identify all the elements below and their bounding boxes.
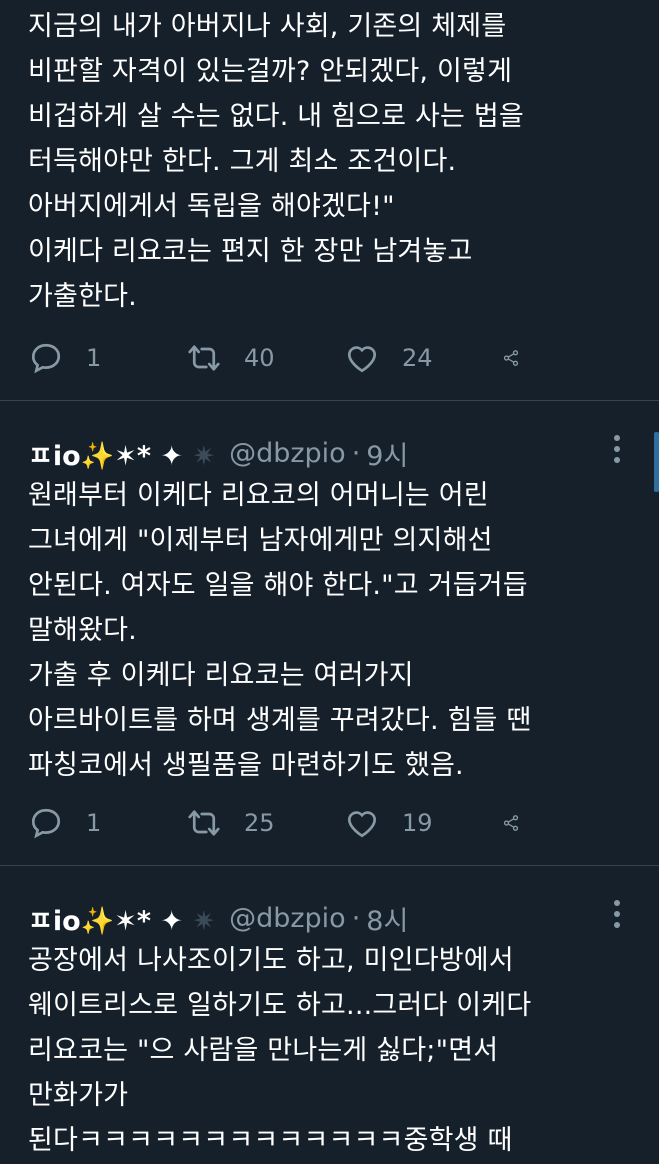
tweet-text: 공장에서 나사조이기도 하고, 미인다방에서 웨이트리스로 일하기도 하고...…: [28, 945, 532, 1156]
separator-dot: ·: [351, 902, 361, 934]
display-name-symbols: ✶* ✦: [114, 440, 184, 472]
tweet-3[interactable]: ㅍio✨✶* ✦ ✷ @dbzpio · 8시 공장에서 나사조이기도 하고, …: [0, 865, 659, 1164]
tweet-text: 지금의 내가 아버지나 사회, 기존의 체제를 비판할 자격이 있는걸까? 안되…: [28, 11, 524, 312]
share-button[interactable]: [502, 340, 542, 376]
more-icon: [611, 435, 623, 463]
display-name-text: ㅍio: [28, 440, 81, 472]
share-button[interactable]: [502, 805, 542, 841]
share-icon: [503, 815, 519, 831]
tweet-2[interactable]: ㅍio✨✶* ✦ ✷ @dbzpio · 9시 원래부터 이케다 리요코의 어머…: [0, 400, 659, 866]
timestamp[interactable]: 8시: [366, 899, 408, 938]
reply-count: 1: [86, 344, 102, 372]
like-count: 24: [402, 344, 433, 372]
reply-button[interactable]: 1: [28, 805, 186, 841]
star-icon: ✷: [192, 440, 216, 472]
display-name[interactable]: ㅍio✨✶* ✦ ✷: [28, 434, 215, 473]
sparkles-icon: ✨: [80, 905, 115, 937]
like-button[interactable]: 24: [344, 340, 502, 376]
reply-button[interactable]: 1: [28, 340, 186, 376]
reply-count: 1: [86, 809, 102, 837]
timestamp[interactable]: 9시: [366, 434, 408, 473]
like-button[interactable]: 19: [344, 805, 502, 841]
display-name-text: ㅍio: [28, 905, 81, 937]
heart-icon: [347, 346, 377, 373]
retweet-count: 25: [244, 809, 275, 837]
tweet-header: ㅍio✨✶* ✦ ✷ @dbzpio · 8시: [28, 896, 408, 940]
retweet-count: 40: [244, 344, 275, 372]
user-handle[interactable]: @dbzpio: [229, 438, 346, 469]
user-handle[interactable]: @dbzpio: [229, 903, 346, 934]
retweet-button[interactable]: 40: [186, 340, 344, 376]
display-name[interactable]: ㅍio✨✶* ✦ ✷: [28, 899, 215, 938]
like-count: 19: [402, 809, 433, 837]
more-options-button[interactable]: [611, 900, 623, 934]
tweet-text: 원래부터 이케다 리요코의 어머니는 어린 그녀에게 "이제부터 남자에게만 의…: [28, 480, 532, 781]
star-icon: ✷: [192, 905, 216, 937]
retweet-icon: [188, 810, 220, 836]
tweet-1[interactable]: 지금의 내가 아버지나 사회, 기존의 체제를 비판할 자격이 있는걸까? 안되…: [0, 0, 659, 400]
heart-icon: [347, 811, 377, 838]
retweet-icon: [188, 345, 220, 371]
separator-dot: ·: [351, 437, 361, 469]
reply-icon: [31, 808, 61, 839]
tweet-actions: 1 25 19: [28, 805, 542, 841]
more-icon: [611, 900, 623, 928]
tweet-header: ㅍio✨✶* ✦ ✷ @dbzpio · 9시: [28, 431, 408, 475]
retweet-button[interactable]: 25: [186, 805, 344, 841]
share-icon: [503, 350, 519, 366]
sparkles-icon: ✨: [80, 440, 115, 472]
reply-icon: [31, 343, 61, 374]
more-options-button[interactable]: [611, 435, 623, 469]
display-name-symbols: ✶* ✦: [114, 905, 184, 937]
tweet-actions: 1 40 24: [28, 340, 542, 376]
scroll-indicator[interactable]: [654, 432, 659, 492]
